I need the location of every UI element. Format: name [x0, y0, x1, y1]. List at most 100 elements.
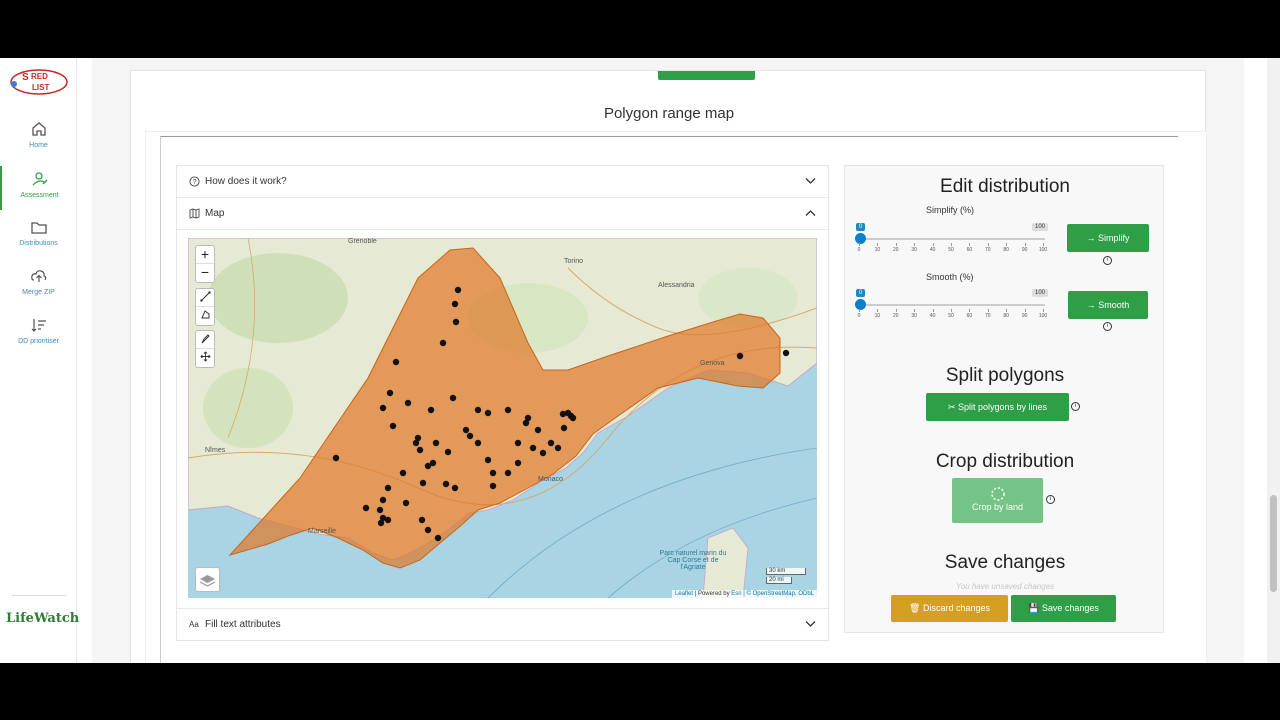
accordion-fill-text-attributes[interactable]: Aa Fill text attributes [177, 608, 828, 640]
occurrence-point[interactable] [384, 516, 392, 524]
occurrence-point[interactable] [439, 339, 447, 347]
scrollbar-thumb[interactable] [1270, 495, 1277, 592]
occurrence-point[interactable] [444, 448, 452, 456]
slider-tick-label: 30 [911, 247, 917, 253]
occurrence-point[interactable] [419, 479, 427, 487]
slider-tick [859, 243, 860, 246]
occurrence-point[interactable] [427, 406, 435, 414]
occurrence-point[interactable] [736, 352, 744, 360]
info-icon[interactable]: i [1071, 402, 1080, 411]
occurrence-point[interactable] [454, 286, 462, 294]
occurrence-point[interactable] [534, 426, 542, 434]
save-changes-button[interactable]: 💾 Save changes [1011, 595, 1116, 622]
redlist-logo[interactable]: S RED LIST [8, 66, 70, 98]
unsaved-changes-hint: You have unsaved changes [955, 582, 1055, 591]
occurrence-point[interactable] [402, 499, 410, 507]
slider-tick-label: 70 [985, 247, 991, 253]
accordion-map[interactable]: Map [177, 198, 828, 230]
sidebar-item-dd-prioritiser[interactable]: DD prioritiser [0, 316, 77, 345]
occurrence-point[interactable] [554, 444, 562, 452]
occurrence-point[interactable] [560, 424, 568, 432]
discard-changes-button[interactable]: 🗑 Discard changes [891, 595, 1008, 622]
occurrence-point[interactable] [504, 406, 512, 414]
osm-link[interactable]: | © OpenStreetMap, ODbL [742, 591, 814, 597]
slider-tick [951, 243, 952, 246]
accordion-how-label: How does it work? [205, 176, 287, 187]
sidebar-item-home[interactable]: Home [0, 120, 77, 149]
sidebar-item-merge-zip[interactable]: Merge ZIP [0, 267, 77, 296]
split-polygons-button[interactable]: ✂ Split polygons by lines [926, 393, 1069, 421]
slider-min-badge: 0 [856, 289, 866, 297]
occurrence-point[interactable] [514, 459, 522, 467]
lifewatch-logo[interactable]: LifeWatch [6, 611, 79, 645]
page-scrollbar[interactable] [1267, 58, 1280, 663]
sidebar-item-label: Merge ZIP [22, 289, 55, 296]
accordion-how-it-works[interactable]: ? How does it work? [177, 166, 828, 198]
zoom-out-button[interactable]: − [196, 264, 214, 282]
edit-layers-button[interactable] [196, 331, 214, 349]
draw-polygon-button[interactable] [196, 307, 214, 325]
occurrence-point[interactable] [484, 409, 492, 417]
occurrence-point[interactable] [474, 406, 482, 414]
smooth-slider[interactable]: 0 100 0 10 20 30 40 50 60 70 80 90 100 [855, 289, 1051, 323]
occurrence-point[interactable] [539, 449, 547, 457]
occurrence-point[interactable] [434, 534, 442, 542]
occurrence-point[interactable] [379, 496, 387, 504]
occurrence-point[interactable] [424, 462, 432, 470]
occurrence-point[interactable] [452, 318, 460, 326]
leaflet-link[interactable]: Leaflet [675, 591, 693, 597]
simplify-slider[interactable]: 0 100 0 10 20 30 40 50 60 70 80 90 100 [855, 223, 1051, 257]
occurrence-point[interactable] [489, 482, 497, 490]
occurrence-point[interactable] [386, 389, 394, 397]
info-icon[interactable]: i [1046, 495, 1055, 504]
occurrence-point[interactable] [332, 454, 340, 462]
occurrence-point[interactable] [384, 484, 392, 492]
occurrence-point[interactable] [451, 300, 459, 308]
occurrence-point[interactable] [416, 446, 424, 454]
drag-layers-button[interactable] [196, 349, 214, 367]
esri-link[interactable]: Esri [731, 591, 741, 597]
occurrence-point[interactable] [529, 444, 537, 452]
occurrence-point[interactable] [414, 434, 422, 442]
simplify-button[interactable]: → Simplify [1067, 224, 1149, 252]
occurrence-point[interactable] [404, 399, 412, 407]
occurrence-point[interactable] [474, 439, 482, 447]
occurrence-point[interactable] [782, 349, 790, 357]
occurrence-point[interactable] [392, 358, 400, 366]
occurrence-point[interactable] [547, 439, 555, 447]
occurrence-point[interactable] [466, 432, 474, 440]
occurrence-point[interactable] [379, 404, 387, 412]
occurrence-point[interactable] [504, 469, 512, 477]
occurrence-point[interactable] [569, 414, 577, 422]
smooth-button[interactable]: → Smooth [1068, 291, 1148, 319]
occurrence-point[interactable] [484, 456, 492, 464]
occurrence-point[interactable] [399, 469, 407, 477]
occurrence-point[interactable] [377, 519, 385, 527]
occurrence-point[interactable] [389, 422, 397, 430]
crop-by-land-button[interactable]: Crop by land [952, 478, 1043, 523]
slider-tick [877, 243, 879, 246]
sidebar-item-distributions[interactable]: Distributions [0, 218, 77, 247]
zoom-in-button[interactable]: + [196, 246, 214, 264]
info-icon[interactable]: i [1103, 322, 1112, 331]
occurrence-point[interactable] [524, 414, 532, 422]
occurrence-point[interactable] [418, 516, 426, 524]
occurrence-point[interactable] [462, 426, 470, 434]
polygon-card: ? How does it work? Map Torino Genova Mo… [145, 131, 1207, 663]
leaflet-map[interactable]: Torino Genova Monaco Marseille Nîmes Gre… [188, 238, 817, 598]
top-action-button[interactable] [658, 71, 755, 80]
occurrence-point[interactable] [489, 469, 497, 477]
occurrence-point[interactable] [442, 480, 450, 488]
occurrence-point[interactable] [449, 394, 457, 402]
occurrence-point[interactable] [559, 410, 567, 418]
occurrence-point[interactable] [432, 439, 440, 447]
occurrence-point[interactable] [362, 504, 370, 512]
draw-polyline-button[interactable] [196, 289, 214, 307]
occurrence-point[interactable] [376, 506, 384, 514]
info-icon[interactable]: i [1103, 256, 1112, 265]
layers-control[interactable] [195, 567, 220, 592]
occurrence-point[interactable] [514, 439, 522, 447]
occurrence-point[interactable] [451, 484, 459, 492]
sidebar-item-assessment[interactable]: Assessment [0, 166, 77, 210]
occurrence-point[interactable] [424, 526, 432, 534]
